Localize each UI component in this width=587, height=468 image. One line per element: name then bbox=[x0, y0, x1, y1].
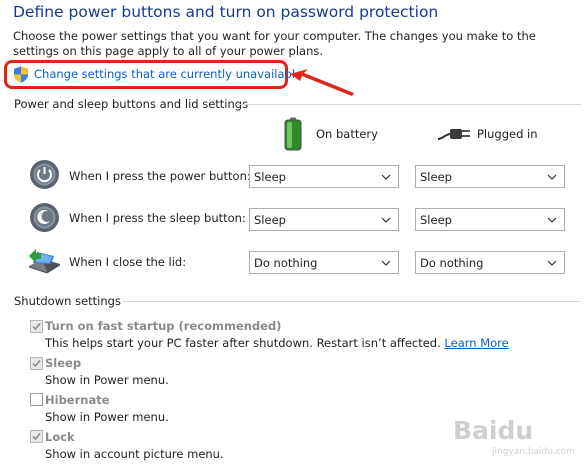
power-button-plugged-select[interactable]: Sleep bbox=[415, 165, 565, 188]
power-button-row-label: When I press the power button: bbox=[69, 169, 251, 183]
select-value: Do nothing bbox=[254, 256, 318, 270]
chevron-down-icon bbox=[547, 217, 557, 223]
red-arrow-annotation bbox=[290, 69, 354, 96]
hibernate-option-description: Show in Power menu. bbox=[45, 410, 169, 424]
battery-icon bbox=[284, 117, 302, 151]
power-button-battery-select[interactable]: Sleep bbox=[249, 165, 399, 188]
sleep-option-label: Sleep bbox=[45, 356, 82, 370]
lock-checkbox[interactable] bbox=[30, 430, 43, 443]
fast-startup-desc-text: This helps start your PC faster after sh… bbox=[45, 336, 441, 350]
chevron-down-icon bbox=[547, 174, 557, 180]
fast-startup-description: This helps start your PC faster after sh… bbox=[45, 336, 509, 350]
chevron-down-icon bbox=[547, 260, 557, 266]
chevron-down-icon bbox=[381, 174, 391, 180]
power-section-title: Power and sleep buttons and lid settings bbox=[14, 97, 249, 111]
lock-option-description: Show in account picture menu. bbox=[45, 447, 224, 461]
select-value: Sleep bbox=[254, 170, 286, 184]
section-divider bbox=[123, 301, 581, 302]
hibernate-checkbox[interactable] bbox=[30, 393, 43, 406]
uac-shield-icon bbox=[14, 66, 28, 83]
chevron-down-icon bbox=[381, 260, 391, 266]
power-button-icon bbox=[30, 160, 59, 189]
lid-row-label: When I close the lid: bbox=[69, 255, 187, 269]
change-settings-link[interactable]: Change settings that are currently unava… bbox=[34, 67, 302, 81]
power-options-window: Define power buttons and turn on passwor… bbox=[0, 0, 587, 468]
chevron-down-icon bbox=[381, 217, 391, 223]
select-value: Sleep bbox=[420, 170, 452, 184]
select-value: Sleep bbox=[254, 213, 286, 227]
checkmark-icon bbox=[32, 433, 41, 441]
sleep-button-row-label: When I press the sleep button: bbox=[69, 211, 246, 225]
power-plug-icon bbox=[437, 129, 470, 140]
baidu-watermark: Baidu bbox=[453, 416, 534, 445]
checkmark-icon bbox=[32, 360, 41, 368]
section-divider bbox=[236, 104, 581, 105]
on-battery-label: On battery bbox=[316, 127, 378, 141]
sleep-checkbox[interactable] bbox=[30, 357, 43, 370]
laptop-lid-icon bbox=[29, 249, 60, 274]
select-value: Do nothing bbox=[420, 256, 484, 270]
page-title: Define power buttons and turn on passwor… bbox=[13, 3, 439, 21]
fast-startup-checkbox[interactable] bbox=[30, 320, 43, 333]
plugged-in-label: Plugged in bbox=[477, 127, 538, 141]
baidu-watermark-url: jingyan.baidu.com bbox=[492, 447, 576, 457]
lid-battery-select[interactable]: Do nothing bbox=[249, 251, 399, 274]
hibernate-option-label: Hibernate bbox=[45, 393, 110, 407]
sleep-button-plugged-select[interactable]: Sleep bbox=[415, 208, 565, 231]
sleep-button-icon bbox=[30, 203, 59, 232]
sleep-option-description: Show in Power menu. bbox=[45, 373, 169, 387]
learn-more-link[interactable]: Learn More bbox=[444, 336, 508, 350]
lock-option-label: Lock bbox=[45, 430, 75, 444]
lid-plugged-select[interactable]: Do nothing bbox=[415, 251, 565, 274]
fast-startup-label: Turn on fast startup (recommended) bbox=[45, 319, 282, 333]
page-description: Choose the power settings that you want … bbox=[13, 29, 536, 58]
sleep-button-battery-select[interactable]: Sleep bbox=[249, 208, 399, 231]
checkmark-icon bbox=[32, 323, 41, 331]
select-value: Sleep bbox=[420, 213, 452, 227]
shutdown-section-title: Shutdown settings bbox=[14, 294, 121, 308]
